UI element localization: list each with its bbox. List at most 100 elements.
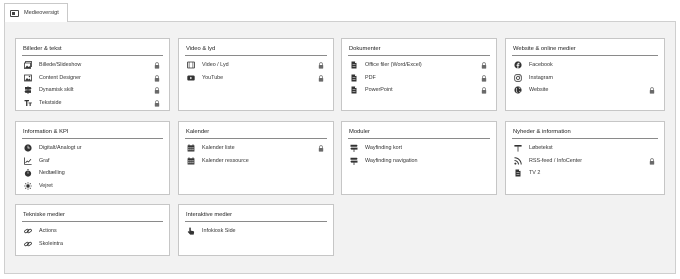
item-label: TV 2 — [529, 170, 541, 177]
lock-icon — [481, 62, 487, 69]
lock-icon — [481, 74, 487, 82]
text-icon — [23, 99, 33, 107]
card-moduler: Moduler Wayfinding kort Wayfinding navig… — [341, 121, 497, 195]
item-label: Video / Lyd — [202, 62, 229, 69]
item-label: Actions — [39, 228, 57, 235]
item-label: RSS-feed / InfoCenter — [529, 157, 583, 164]
item-label: Office filer (Word/Excel) — [365, 62, 422, 69]
link-icon — [23, 227, 33, 235]
list-item[interactable]: Skoleintra — [22, 238, 163, 251]
lock-icon — [318, 62, 324, 69]
signpost-icon — [349, 157, 359, 165]
list-item[interactable]: Digitalt/Analogt ur — [22, 142, 163, 155]
link-icon — [23, 240, 33, 248]
card-information-kpi: Information & KPI Digitalt/Analogt ur Gr… — [15, 121, 170, 195]
document-icon — [349, 61, 359, 69]
document-icon — [349, 74, 359, 82]
list-item[interactable]: Vejret — [22, 180, 163, 193]
content-designer-icon — [23, 74, 33, 82]
card-kalender: Kalender Kalender liste Kalender ressour… — [178, 121, 334, 195]
item-label: Wayfinding navigation — [365, 157, 418, 164]
sign-icon — [23, 86, 33, 95]
list-item[interactable]: Kalender liste — [185, 142, 327, 155]
card-billeder-tekst: Billeder & tekst Billede/Slideshow Conte… — [15, 38, 170, 111]
list-item[interactable]: Content Designer — [22, 72, 163, 85]
item-label: Dynamisk skilt — [39, 87, 74, 94]
facebook-icon — [513, 61, 523, 69]
list-item[interactable]: Dynamisk skilt — [22, 84, 163, 97]
card-title: Kalender — [185, 128, 327, 139]
media-overview-icon — [10, 9, 19, 17]
item-label: Digitalt/Analogt ur — [39, 145, 82, 152]
ticker-icon — [513, 144, 523, 152]
card-title: Website & online medier — [512, 45, 658, 56]
list-item[interactable]: PDF — [348, 72, 490, 85]
document-icon — [349, 86, 359, 94]
item-label: Tekstside — [39, 100, 62, 107]
list-item[interactable]: YouTube — [185, 72, 327, 85]
list-item[interactable]: Kalender ressource — [185, 155, 327, 168]
list-item[interactable]: Nedtælling — [22, 167, 163, 180]
hand-pointer-icon — [186, 227, 196, 235]
item-label: Graf — [39, 157, 50, 164]
item-label: Infokiosk Side — [202, 228, 236, 235]
chart-icon — [23, 157, 33, 165]
lock-icon — [154, 87, 160, 94]
card-title: Tekniske medier — [22, 211, 163, 222]
video-icon — [186, 61, 196, 69]
card-video-lyd: Video & lyd Video / Lyd YouTube — [178, 38, 334, 111]
lock-icon — [318, 145, 324, 152]
instagram-icon — [513, 74, 523, 82]
item-label: Nedtælling — [39, 170, 65, 177]
list-item[interactable]: Graf — [22, 155, 163, 168]
lock-icon — [154, 62, 160, 69]
lock-icon — [649, 87, 655, 94]
lock-icon — [154, 74, 160, 82]
document-icon — [513, 169, 523, 177]
item-label: Facebook — [529, 62, 553, 69]
list-item[interactable]: Wayfinding kort — [348, 142, 490, 155]
lock-icon — [481, 87, 487, 94]
card-title: Billeder & tekst — [22, 45, 163, 56]
card-interaktive-medier: Interaktive medier Infokiosk Side — [178, 204, 334, 256]
list-item[interactable]: Løbetekst — [512, 142, 658, 155]
card-title: Nyheder & information — [512, 128, 658, 139]
item-label: YouTube — [202, 74, 224, 81]
list-item[interactable]: TV 2 — [512, 167, 658, 180]
list-item[interactable]: Tekstside — [22, 97, 163, 110]
item-label: Billede/Slideshow — [39, 62, 82, 69]
list-item[interactable]: Actions — [22, 225, 163, 238]
card-tekniske-medier: Tekniske medier Actions Skoleintra — [15, 204, 170, 256]
list-item[interactable]: PowerPoint — [348, 84, 490, 97]
image-gallery-icon — [23, 61, 33, 70]
list-item[interactable]: Instagram — [512, 72, 658, 85]
clock-icon — [23, 144, 33, 152]
list-item[interactable]: Billede/Slideshow — [22, 59, 163, 72]
item-label: Website — [529, 87, 549, 94]
lock-icon — [154, 100, 160, 107]
list-item[interactable]: Video / Lyd — [185, 59, 327, 72]
card-title: Interaktive medier — [185, 211, 327, 222]
youtube-icon — [186, 74, 196, 82]
item-label: Skoleintra — [39, 240, 63, 247]
list-item[interactable]: Infokiosk Side — [185, 225, 327, 238]
rss-icon — [513, 157, 523, 165]
list-item[interactable]: Office filer (Word/Excel) — [348, 59, 490, 72]
list-item[interactable]: Website — [512, 84, 658, 97]
card-dokumenter: Dokumenter Office filer (Word/Excel) PDF… — [341, 38, 497, 111]
tab-medieoversigt[interactable]: Medieoversigt — [4, 3, 68, 22]
card-title: Moduler — [348, 128, 490, 139]
item-label: Kalender liste — [202, 145, 235, 152]
lock-icon — [649, 157, 655, 165]
item-label: PowerPoint — [365, 87, 393, 94]
list-item[interactable]: Wayfinding navigation — [348, 155, 490, 168]
list-item[interactable]: Facebook — [512, 59, 658, 72]
card-nyheder-information: Nyheder & information Løbetekst RSS-feed… — [505, 121, 665, 195]
signpost-icon — [349, 144, 359, 153]
item-label: Content Designer — [39, 74, 81, 81]
list-item[interactable]: RSS-feed / InfoCenter — [512, 155, 658, 168]
item-label: Kalender ressource — [202, 157, 249, 164]
card-title: Information & KPI — [22, 128, 163, 139]
lock-icon — [318, 74, 324, 82]
card-title: Dokumenter — [348, 45, 490, 56]
